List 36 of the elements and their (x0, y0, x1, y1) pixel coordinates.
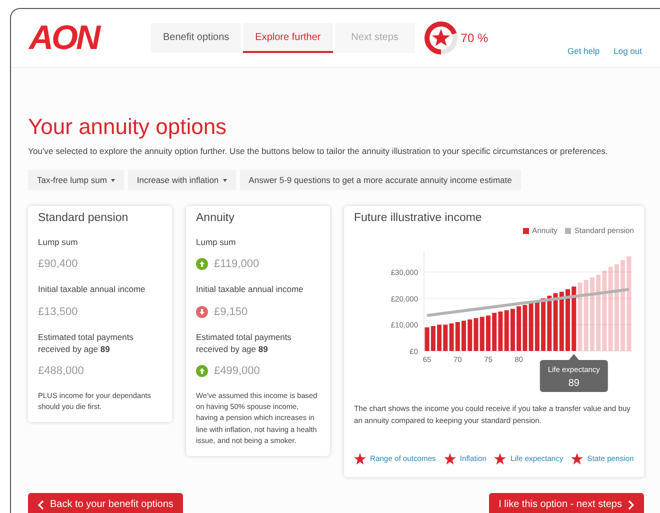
field-label: Initial taxable annual income (196, 283, 304, 296)
nav-button[interactable]: Back to your benefit options (28, 492, 184, 513)
star-icon (354, 452, 366, 465)
option-button[interactable]: Answer 5-9 questions to get a more accurate annuity income estimate (240, 170, 521, 190)
amount-value: £499,000 (214, 365, 260, 378)
card-title: Future illustrative income (354, 212, 483, 224)
card-title: Standard pension (38, 212, 130, 224)
progress-percent: 70 % (460, 31, 488, 45)
card-title: Annuity (196, 212, 236, 224)
caret-icon (222, 178, 227, 182)
field-label: Estimated total payments received by age 89 (38, 330, 134, 356)
amount-value: £119,000 (214, 258, 260, 270)
amount-value: £13,500 (38, 306, 78, 318)
amount-value: £488,000 (38, 365, 84, 378)
field-label: Estimated total payments received by age 89 (196, 330, 292, 356)
star-icon (571, 452, 584, 465)
chevron-left-icon (38, 500, 44, 510)
intro-text: You've selected to explore the annuity option further. Use the buttons below to tailor the annuity illustration to your specific circumstances or preferences. (28, 146, 609, 156)
option-button[interactable]: Tax-free lump sum (28, 170, 124, 190)
field-label: Initial taxable annual income (38, 283, 146, 296)
header-link[interactable]: Get help (567, 46, 600, 56)
chevron-right-icon (628, 500, 634, 510)
page-title: Your annuity options (28, 114, 228, 140)
field-label: Lump sum (38, 236, 79, 248)
star-icon (444, 452, 456, 465)
amount-value: £90,400 (38, 258, 78, 270)
caret-icon (110, 178, 115, 182)
header-link[interactable]: Log out (614, 46, 642, 56)
nav-tab[interactable]: Explore further (243, 23, 333, 53)
star-icon (494, 452, 506, 465)
aon-logo: AON (29, 18, 102, 58)
nav-button[interactable]: I like this option - next steps (488, 492, 644, 513)
nav-tab[interactable]: Benefit options (151, 23, 242, 53)
amount-value: £9,150 (214, 306, 248, 318)
field-label: Lump sum (196, 236, 237, 248)
option-button[interactable]: Increase with inflation (128, 170, 236, 190)
